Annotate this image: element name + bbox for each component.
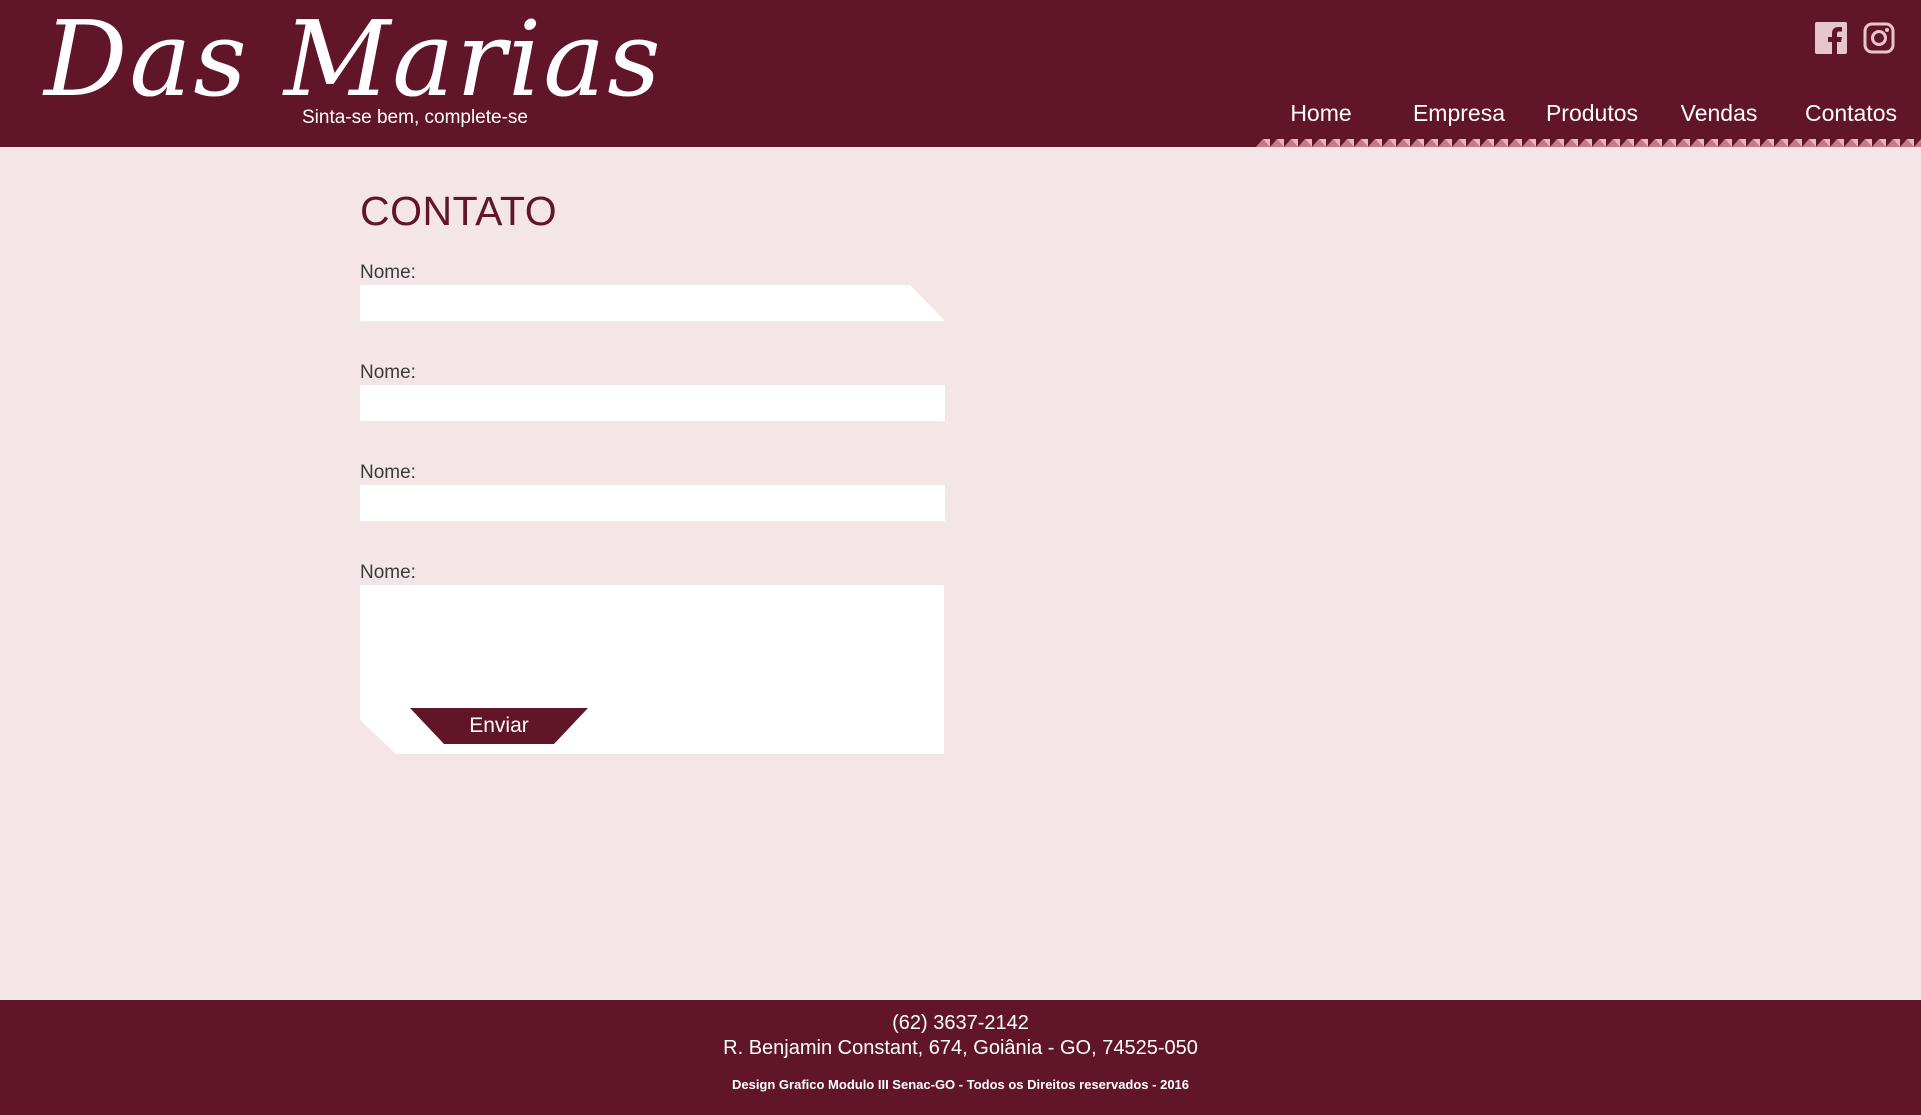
nav-item-contatos[interactable]: Contatos (1795, 100, 1907, 127)
main-nav: Home Empresa Produtos Vendas Contatos (1271, 100, 1907, 127)
nav-item-home[interactable]: Home (1271, 100, 1371, 127)
logo[interactable]: Das Marias Sinta-se bem, complete-se (44, 2, 661, 132)
nav-item-vendas[interactable]: Vendas (1669, 100, 1769, 127)
footer-phone: (62) 3637-2142 (892, 1012, 1029, 1034)
instagram-icon[interactable] (1863, 22, 1895, 54)
nav-item-empresa[interactable]: Empresa (1399, 100, 1519, 127)
logo-tagline: Sinta-se bem, complete-se (302, 107, 528, 128)
contact-form: Nome: Nome: Nome: Nome: Enviar (360, 261, 960, 754)
field-label-1: Nome: (360, 262, 416, 283)
field-label-3: Nome: (360, 462, 416, 483)
name-input-3[interactable] (360, 485, 945, 521)
logo-title: Das Marias (44, 0, 663, 120)
field-label-4: Nome: (360, 562, 416, 583)
nav-item-produtos[interactable]: Produtos (1537, 100, 1647, 127)
site-header: Das Marias Sinta-se bem, complete-se Hom… (0, 0, 1921, 147)
footer-address: R. Benjamin Constant, 674, Goiânia - GO,… (723, 1037, 1198, 1059)
social-links (1815, 22, 1895, 54)
name-input-1[interactable] (360, 285, 945, 321)
footer-copyright: Design Grafico Modulo III Senac-GO - Tod… (731, 1077, 1190, 1092)
site-footer: (62) 3637-2142 R. Benjamin Constant, 674… (0, 1000, 1921, 1115)
contact-section: CONTATO Nome: Nome: Nome: Nome: Enviar (360, 188, 960, 754)
field-label-2: Nome: (360, 362, 416, 383)
nav-decorative-pattern (1256, 139, 1921, 147)
name-input-2[interactable] (360, 385, 945, 421)
page-title: CONTATO (360, 188, 558, 234)
facebook-icon[interactable] (1815, 22, 1847, 54)
